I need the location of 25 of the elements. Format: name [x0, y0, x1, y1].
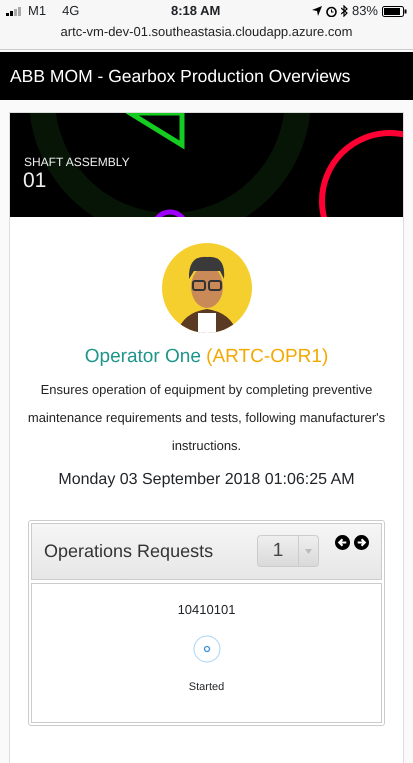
signal-icon: [6, 6, 24, 16]
alarm-icon: [326, 6, 337, 16]
panel-title: Operations Requests: [44, 540, 214, 563]
station-label: SHAFT ASSEMBLY: [24, 154, 130, 171]
request-number: 10410101: [178, 600, 236, 618]
arrow-right-icon[interactable]: [354, 535, 369, 550]
station-number: 01: [23, 168, 46, 194]
status-ring-icon: [192, 635, 220, 663]
battery-percentage: 83%: [352, 3, 378, 18]
operator-description: Ensures operation of equipment by completing preventive maintenance requirements and tests, following manufacturer's instructions.: [28, 382, 386, 452]
url-text[interactable]: artc-vm-dev-01.southeastasia.cloudapp.azure.com: [60, 24, 352, 39]
carrier-name: M1: [28, 3, 46, 18]
request-status: Started: [188, 681, 224, 693]
location-icon: [312, 6, 322, 16]
bluetooth-icon: [340, 5, 348, 17]
clock-time: 8:18 AM: [171, 3, 220, 18]
app-title: ABB MOM - Gearbox Production Overviews: [10, 64, 350, 88]
avatar-icon: [162, 243, 252, 333]
page-select[interactable]: 1: [257, 535, 319, 567]
arrow-left-icon[interactable]: [335, 535, 350, 550]
caret-icon: [305, 548, 312, 554]
network-type: 4G: [62, 3, 80, 18]
battery-icon: [382, 6, 407, 16]
current-datetime: Monday 03 September 2018 01:06:25 AM: [58, 470, 355, 488]
operator-name: Operator One (ARTC-OPR1): [84, 346, 328, 367]
